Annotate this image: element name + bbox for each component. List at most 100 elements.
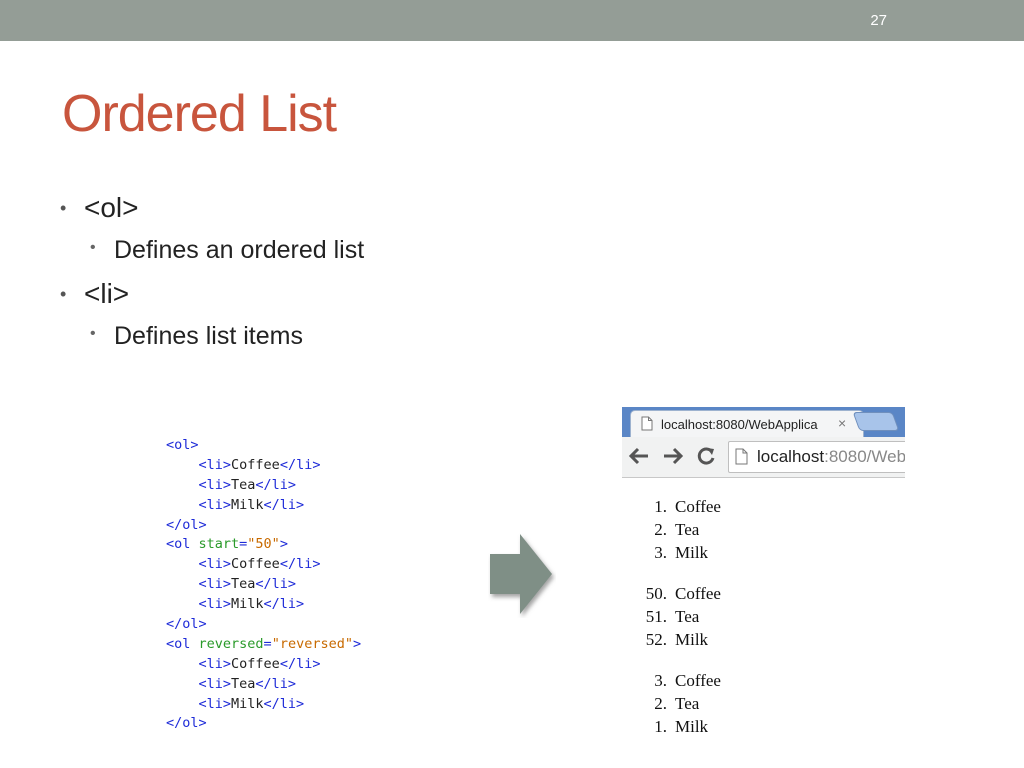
code-line: <li>Tea</li>: [166, 575, 426, 595]
code-tag: </ol>: [166, 715, 207, 732]
code-line: <li>Milk</li>: [166, 496, 426, 516]
code-line: <ol>: [166, 436, 426, 456]
code-text: Milk: [231, 596, 264, 613]
code-line: <li>Coffee</li>: [166, 655, 426, 675]
right-arrow-icon: [490, 534, 552, 614]
code-tag: </li>: [255, 576, 297, 593]
list-item-number: 52.: [645, 630, 667, 649]
close-icon[interactable]: ×: [838, 415, 846, 431]
bullet-dot-icon: •: [60, 198, 67, 218]
code-line: </ol>: [166, 516, 426, 536]
page-icon: [641, 416, 653, 431]
code-tag: <li>: [198, 695, 232, 712]
slide-number: 27: [870, 12, 887, 29]
list-item-label: Coffee: [675, 671, 721, 690]
new-tab-button[interactable]: [852, 412, 900, 431]
code-tag: <li>: [198, 476, 232, 493]
rendered-page: 1. Coffee 2. Tea 3. Milk 50. Coffee 51. Tea 52. Mil…: [622, 495, 905, 737]
code-line: <li>Tea</li>: [166, 675, 426, 695]
bullet-li: • <li>: [60, 274, 660, 314]
forward-arrow-icon[interactable]: [662, 446, 684, 469]
code-text: Tea: [231, 675, 256, 692]
code-tag: <li>: [198, 496, 232, 513]
code-text: Tea: [231, 476, 256, 493]
list-item: 1. Milk: [622, 715, 905, 737]
sub-bullet-ol: • Defines an ordered list: [60, 228, 660, 274]
code-line: </ol>: [166, 615, 426, 635]
code-tag: <li>: [198, 655, 232, 672]
browser-toolbar: localhost:8080/Web: [622, 437, 905, 478]
code-line: </ol>: [166, 714, 426, 734]
sub-bullet-text: Defines an ordered list: [114, 236, 365, 264]
bullet-text: <li>: [84, 278, 130, 309]
code-tag: <ol: [166, 437, 191, 453]
ordered-list: 1. Coffee 2. Tea 3. Milk: [622, 495, 905, 564]
code-line: <li>Milk</li>: [166, 695, 426, 715]
code-tag: </ol>: [166, 516, 207, 533]
code-value: "reversed": [271, 635, 353, 652]
bullet-dot-icon: •: [90, 325, 96, 342]
code-tag: </li>: [263, 596, 305, 613]
code-equals: =: [263, 635, 272, 652]
code-line: <li>Tea</li>: [166, 476, 426, 496]
code-tag: <ol: [166, 536, 199, 553]
code-line: <ol start="50">: [166, 535, 426, 555]
code-text: Coffee: [231, 456, 280, 473]
back-arrow-icon[interactable]: [628, 446, 650, 469]
list-item-label: Tea: [675, 694, 700, 713]
list-item-label: Coffee: [675, 497, 721, 516]
ordered-list: 50. Coffee 51. Tea 52. Milk: [622, 582, 905, 651]
list-item-number: 51.: [645, 607, 667, 626]
list-item-number: 3.: [654, 671, 667, 690]
code-line: <li>Coffee</li>: [166, 456, 426, 476]
code-tag: <li>: [198, 576, 232, 593]
code-tag: >: [279, 536, 288, 553]
list-item: 51. Tea: [622, 605, 905, 628]
code-text: Coffee: [231, 556, 280, 573]
bullet-list: • <ol> • Defines an ordered list • <li> …: [60, 188, 660, 360]
code-tag: </li>: [279, 456, 321, 473]
code-tag: </li>: [255, 675, 297, 692]
list-item: 3. Coffee: [622, 669, 905, 692]
list-item-number: 3.: [654, 543, 667, 562]
code-tag: >: [190, 437, 199, 453]
list-item: 2. Tea: [622, 692, 905, 715]
header-bar: 27: [0, 0, 1024, 41]
code-tag: </li>: [279, 655, 321, 672]
code-tag: </li>: [263, 496, 305, 513]
list-item: 2. Tea: [622, 518, 905, 541]
page-icon: [735, 448, 748, 465]
sub-bullet-text: Defines list items: [114, 322, 303, 350]
list-item: 52. Milk: [622, 628, 905, 651]
browser-tab[interactable]: localhost:8080/WebApplica ×: [630, 410, 864, 437]
list-item-label: Coffee: [675, 584, 721, 603]
code-tag: </li>: [255, 476, 297, 493]
tab-title: localhost:8080/WebApplica: [661, 417, 818, 432]
reload-icon[interactable]: [696, 446, 716, 469]
code-line: <li>Milk</li>: [166, 595, 426, 615]
code-value: "50": [247, 536, 280, 553]
address-bar[interactable]: localhost:8080/Web: [728, 441, 905, 473]
code-text: Coffee: [231, 655, 280, 672]
list-item-number: 1.: [654, 497, 667, 516]
url-host: localhost: [757, 447, 825, 466]
sub-bullet-li: • Defines list items: [60, 314, 660, 360]
list-item: 50. Coffee: [622, 582, 905, 605]
bullet-text: <ol>: [84, 192, 139, 223]
browser-window: localhost:8080/WebApplica × localhost:80…: [622, 407, 905, 737]
list-item: 3. Milk: [622, 541, 905, 564]
code-sample: <ol> <li>Coffee</li> <li>Tea</li> <li>Mi…: [166, 436, 426, 734]
list-item-label: Tea: [675, 607, 700, 626]
code-line: <li>Coffee</li>: [166, 555, 426, 575]
list-item-label: Tea: [675, 520, 700, 539]
code-text: Milk: [231, 695, 264, 712]
slide-title: Ordered List: [62, 85, 337, 143]
